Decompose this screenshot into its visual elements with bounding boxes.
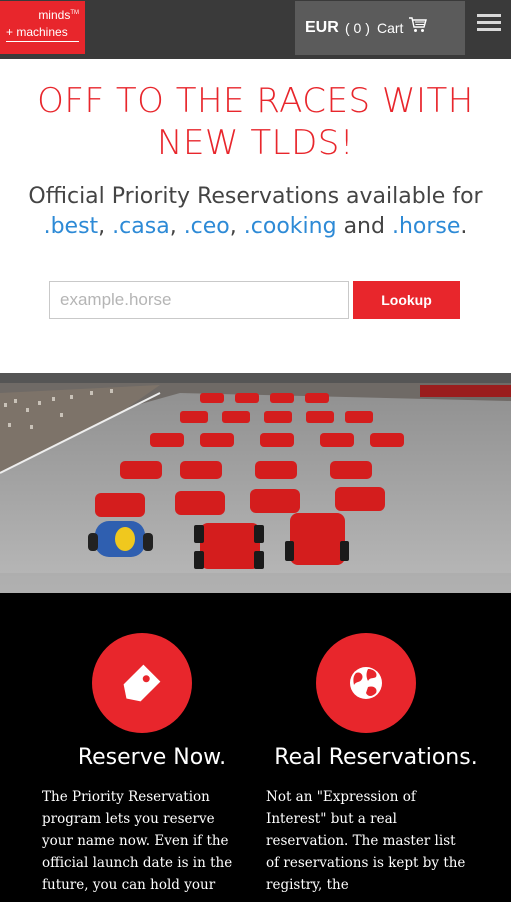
domain-search-input[interactable] <box>49 281 349 319</box>
features-section: Reserve Now. The Priority Reservation pr… <box>0 593 511 902</box>
logo-underline <box>6 41 79 42</box>
hero-banner-image <box>0 373 511 593</box>
tld-link-ceo[interactable]: .ceo <box>184 214 230 239</box>
feature-title: Real Reservations. <box>274 745 478 770</box>
page-headline: OFF TO THE RACES WITH NEW TLDS! <box>37 81 474 163</box>
cart-icon <box>409 17 427 32</box>
logo-machines: + machines <box>6 25 68 39</box>
tld-link-horse[interactable]: .horse <box>392 214 460 239</box>
cart-label: Cart <box>377 20 404 36</box>
tld-intro: Official Priority Reservations available… <box>28 184 483 239</box>
feature-text: Not an "Expression of Interest" but a re… <box>266 789 466 893</box>
tld-link-casa[interactable]: .casa <box>112 214 170 239</box>
feature-text: The Priority Reservation program lets yo… <box>42 789 233 893</box>
hamburger-menu-icon[interactable] <box>466 1 511 55</box>
logo[interactable]: mindsTM + machines <box>0 1 85 54</box>
globe-icon <box>316 633 416 733</box>
lookup-button[interactable]: Lookup <box>353 281 460 319</box>
top-navbar: mindsTM + machines EUR ( 0 ) Cart <box>0 0 511 59</box>
logo-minds: mindsTM <box>38 8 79 22</box>
currency-selector[interactable]: EUR <box>305 19 339 37</box>
cart-button[interactable]: EUR ( 0 ) Cart <box>295 1 465 55</box>
tld-link-cooking[interactable]: .cooking <box>244 214 337 239</box>
feature-title: Reserve Now. <box>77 745 227 770</box>
tag-icon <box>92 633 192 733</box>
cart-count: ( 0 ) <box>345 20 370 36</box>
tld-link-best[interactable]: .best <box>44 214 99 239</box>
